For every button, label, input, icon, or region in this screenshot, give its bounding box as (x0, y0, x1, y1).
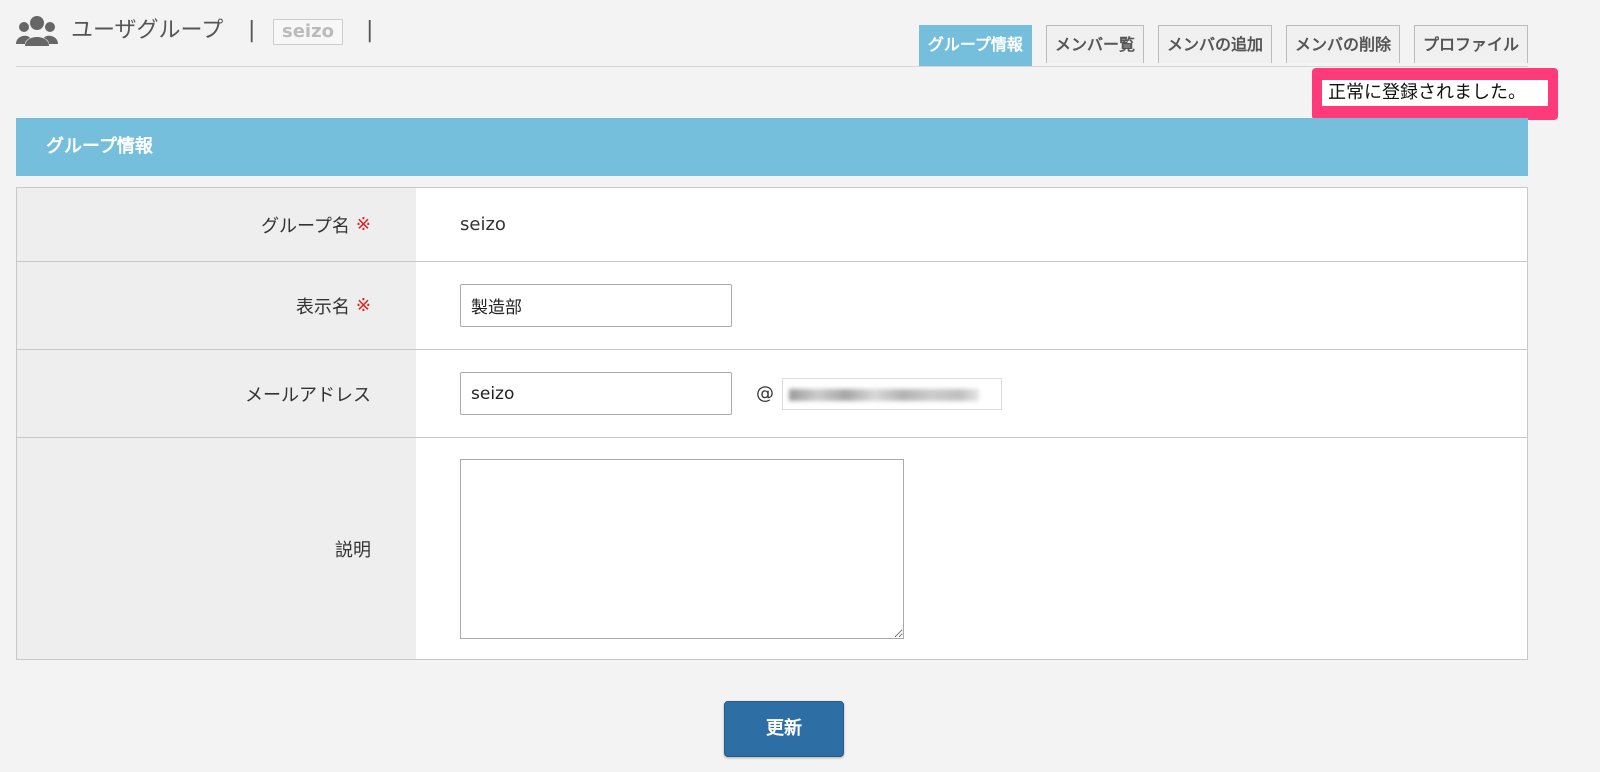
group-name-value-cell: seizo (416, 188, 1527, 261)
description-textarea[interactable] (460, 458, 904, 639)
tab-remove-member[interactable]: メンバの削除 (1285, 25, 1400, 63)
email-label-cell: メールアドレス (17, 350, 416, 437)
email-domain-field (782, 377, 1002, 410)
required-mark: ※ (355, 214, 371, 235)
redacted-domain (789, 388, 979, 401)
section-title: グループ情報 (16, 118, 1528, 176)
flash-message-text: 正常に登録されました。 (1322, 80, 1548, 106)
title-separator-end: | (366, 18, 374, 43)
title-separator: | (248, 18, 256, 43)
form-row-description: 説明 (17, 438, 1527, 659)
tab-profile[interactable]: プロファイル (1413, 25, 1528, 63)
group-name-value: seizo (460, 214, 506, 235)
tab-add-member[interactable]: メンバの追加 (1157, 25, 1272, 63)
required-mark: ※ (355, 295, 371, 316)
group-info-form: グループ名 ※ seizo 表示名 ※ メールアドレス @ 説明 (16, 187, 1528, 660)
description-value-cell (416, 438, 1527, 659)
description-label: 説明 (335, 539, 371, 561)
form-row-display-name: 表示名 ※ (17, 262, 1527, 350)
flash-message: 正常に登録されました。 (1312, 68, 1558, 120)
description-label-cell: 説明 (17, 438, 416, 659)
page-header: ユーザグループ | seizo | グループ情報 メンバー覧 メンバの追加 メン… (16, 14, 1528, 67)
update-button[interactable]: 更新 (724, 701, 844, 757)
tab-group-info[interactable]: グループ情報 (918, 25, 1032, 66)
display-name-label: 表示名 (295, 296, 350, 318)
form-row-group-name: グループ名 ※ seizo (17, 188, 1527, 262)
tab-member-list[interactable]: メンバー覧 (1045, 25, 1144, 63)
email-value-cell: @ (416, 350, 1527, 437)
users-icon (16, 16, 58, 46)
group-name-chip: seizo (273, 19, 343, 45)
at-sign: @ (756, 383, 774, 404)
page-title: ユーザグループ (71, 18, 224, 43)
tab-bar: グループ情報 メンバー覧 メンバの追加 メンバの削除 プロファイル (918, 25, 1528, 66)
group-name-label-cell: グループ名 ※ (17, 188, 416, 261)
display-name-value-cell (416, 262, 1527, 349)
email-local-input[interactable] (460, 372, 732, 415)
group-name-label: グループ名 (260, 215, 350, 237)
form-row-email: メールアドレス @ (17, 350, 1527, 438)
email-label: メールアドレス (245, 384, 371, 406)
display-name-label-cell: 表示名 ※ (17, 262, 416, 349)
display-name-input[interactable] (460, 284, 732, 327)
